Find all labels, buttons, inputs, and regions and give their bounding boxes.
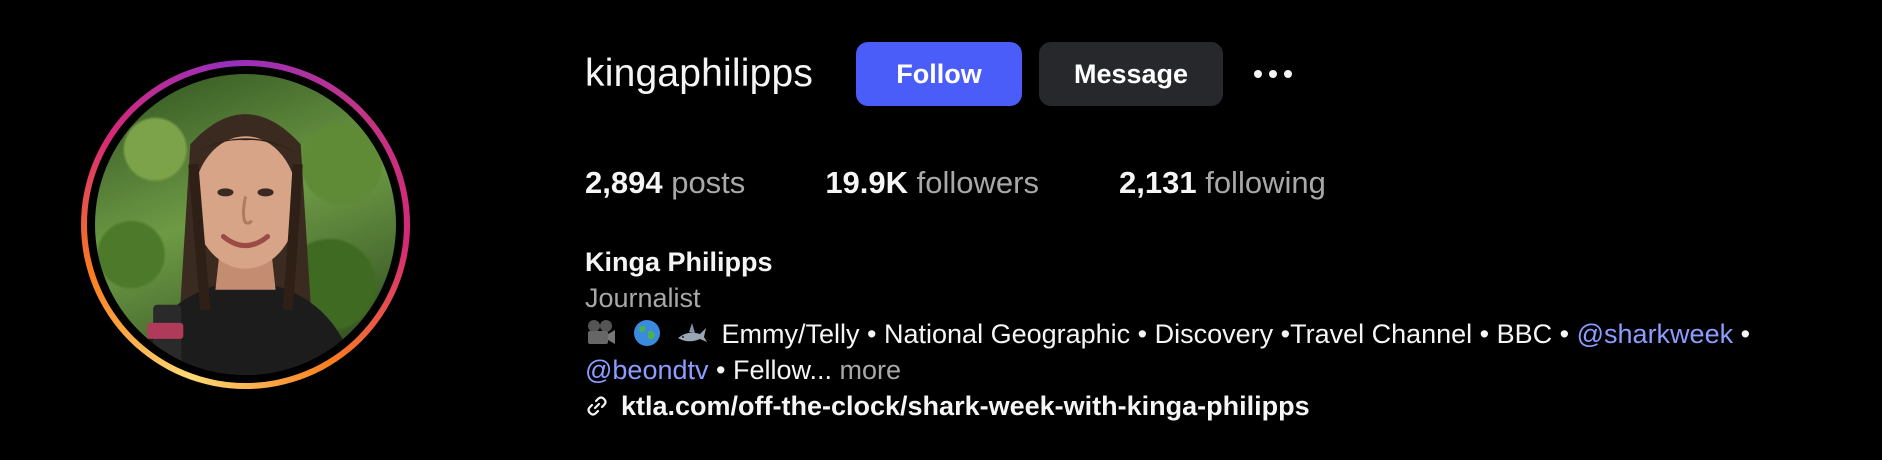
posts-count[interactable]: 2,894 posts [585,165,745,201]
follow-button[interactable]: Follow [856,42,1022,106]
posts-label: posts [671,165,746,200]
following-label: following [1205,165,1326,200]
dot [1254,70,1262,78]
avatar-gap [87,66,404,383]
bio-line-2: @beondtv • Fellow... more [585,352,1750,388]
username: kingaphilipps [585,52,814,95]
followers-label: followers [916,165,1039,200]
mention-sharkweek[interactable]: @sharkweek [1577,319,1733,349]
globe-icon [633,320,660,346]
more-link[interactable]: more [840,355,902,385]
avatar-portrait-icon [135,114,356,375]
followers-count[interactable]: 19.9K followers [825,165,1039,201]
bio-text: Emmy/Telly • National Geographic • Disco… [721,319,1570,349]
profile-bio: Kinga Philipps Journalist Emmy/Telly • N… [585,244,1750,424]
followers-number: 19.9K [825,165,909,200]
story-ring-avatar[interactable] [81,60,410,389]
bio-line-1: Emmy/Telly • National Geographic • Disco… [585,316,1750,352]
dot [1284,70,1292,78]
category-label: Journalist [585,283,701,313]
posts-number: 2,894 [585,165,663,200]
following-count[interactable]: 2,131 following [1119,165,1326,201]
dot [1269,70,1277,78]
more-options-icon[interactable] [1245,58,1301,90]
following-number: 2,131 [1119,165,1197,200]
link-icon [587,396,607,416]
external-link[interactable]: ktla.com/off-the-clock/shark-week-with-k… [585,388,1750,424]
movie-camera-icon [588,320,615,344]
profile-header: kingaphilipps Follow Message 2,894 posts… [0,0,1882,460]
message-button[interactable]: Message [1039,42,1223,106]
bio-text-truncated: • Fellow... [716,355,833,385]
mention-beondtv[interactable]: @beondtv [585,355,709,385]
avatar [95,74,396,375]
bio-separator: • [1740,319,1751,349]
profile-stats: 2,894 posts 19.9K followers 2,131 follow… [585,165,1326,201]
shark-icon [678,323,708,342]
full-name: Kinga Philipps [585,247,773,277]
external-link-text: ktla.com/off-the-clock/shark-week-with-k… [621,391,1310,421]
